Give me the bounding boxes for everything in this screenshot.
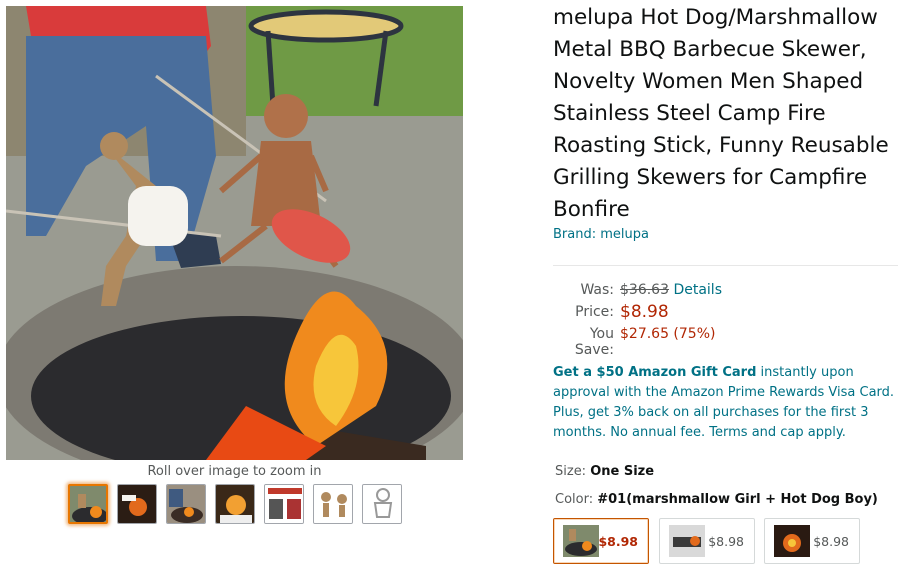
thumbnail-6[interactable] (313, 484, 353, 524)
swatch-image (774, 525, 810, 557)
swatch-image (669, 525, 705, 557)
swatch-price: $8.98 (708, 534, 744, 549)
savings-label: You Save: (574, 326, 614, 358)
thumbnail-7[interactable] (362, 484, 402, 524)
main-product-image[interactable] (6, 6, 463, 460)
size-value: One Size (590, 464, 655, 479)
product-title: melupa Hot Dog/Marshmallow Metal BBQ Bar… (553, 5, 889, 222)
price-label: Price: (575, 304, 614, 320)
promo-headline[interactable]: Get a $50 Amazon Gift Card (553, 365, 756, 380)
color-selector: Color: #01(marshmallow Girl + Hot Dog Bo… (555, 492, 878, 507)
current-price: $8.98 (620, 302, 669, 322)
was-price: $36.63 (620, 282, 669, 298)
size-label: Size: (555, 464, 591, 479)
color-value: #01(marshmallow Girl + Hot Dog Boy) (597, 492, 878, 507)
color-swatch-2[interactable]: $8.98 (659, 518, 755, 564)
was-label: Was: (580, 282, 614, 298)
brand-link[interactable]: Brand: melupa (553, 227, 649, 242)
swatch-price: $8.98 (813, 534, 849, 549)
color-swatch-1[interactable]: $8.98 (553, 518, 649, 564)
thumbnail-1[interactable] (68, 484, 108, 524)
thumbnail-3[interactable] (166, 484, 206, 524)
color-label: Color: (555, 492, 598, 507)
thumbnail-4[interactable] (215, 484, 255, 524)
gift-card-promo[interactable]: Get a $50 Amazon Gift Card instantly upo… (553, 363, 898, 443)
thumbnail-2[interactable] (117, 484, 157, 524)
details-link[interactable]: Details (673, 282, 722, 298)
price-row: Price: $8.98 (553, 302, 893, 324)
savings-value: $27.65 (75%) (620, 326, 716, 342)
size-selector: Size: One Size (555, 464, 654, 479)
was-price-row: Was: $36.63 Details (553, 282, 893, 302)
campfire-skewer-photo (6, 6, 463, 460)
swatch-price: $8.98 (598, 534, 638, 549)
swatch-image (563, 525, 599, 557)
divider (553, 265, 898, 266)
zoom-hint: Roll over image to zoom in (147, 464, 322, 479)
thumbnail-5[interactable] (264, 484, 304, 524)
savings-row: You Save: $27.65 (75%) (553, 326, 893, 358)
color-swatch-3[interactable]: $8.98 (764, 518, 860, 564)
